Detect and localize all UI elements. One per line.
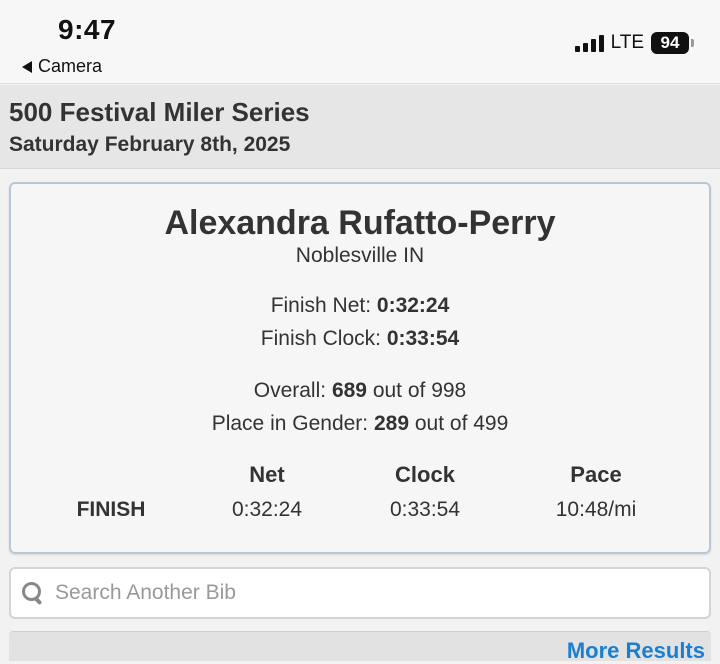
finish-clock-value: 0:33:54 xyxy=(386,327,460,350)
runner-name: Alexandra Rufatto-Perry xyxy=(164,204,556,242)
split-clock: 0:33:54 xyxy=(389,498,461,521)
gender-place: 289 xyxy=(373,412,410,435)
overall-place-line: Overall: 689 out of 998 xyxy=(11,379,709,403)
more-results-link[interactable]: More Results xyxy=(567,638,705,664)
split-label: FINISH xyxy=(76,498,146,521)
event-date: Saturday February 8th, 2025 xyxy=(9,133,291,156)
search-bib-box[interactable] xyxy=(9,567,711,619)
finish-net-label: Finish Net: xyxy=(270,294,372,317)
split-pace: 10:48/mi xyxy=(555,498,637,521)
finish-clock-label: Finish Clock: xyxy=(260,327,381,350)
results-footer-bar: More Results xyxy=(9,631,711,664)
splits-header-pace: Pace xyxy=(570,462,622,487)
gender-total: out of 499 xyxy=(414,412,509,435)
splits-table: Net Clock Pace FINISH 0:32:24 0:33:54 10… xyxy=(11,462,709,534)
overall-place: 689 xyxy=(331,379,367,402)
split-net: 0:32:24 xyxy=(231,498,303,521)
status-bar: 9:47 Camera LTE 94 xyxy=(0,0,720,84)
splits-header-net: Net xyxy=(249,462,285,487)
back-triangle-icon xyxy=(22,60,32,73)
finish-net-value: 0:32:24 xyxy=(376,294,450,317)
battery-icon: 94 xyxy=(651,32,694,54)
table-row: FINISH 0:32:24 0:33:54 10:48/mi xyxy=(11,498,709,534)
status-indicators: LTE 94 xyxy=(574,32,694,54)
cellular-signal-icon xyxy=(574,34,604,52)
network-type: LTE xyxy=(610,32,644,53)
back-app-label: Camera xyxy=(38,56,103,76)
finish-clock-line: Finish Clock: 0:33:54 xyxy=(11,327,709,351)
event-header: 500 Festival Miler Series Saturday Febru… xyxy=(0,85,720,169)
search-bib-input[interactable] xyxy=(53,580,677,606)
finish-net-line: Finish Net: 0:32:24 xyxy=(11,294,709,318)
splits-header-row: Net Clock Pace xyxy=(11,462,709,498)
battery-level: 94 xyxy=(651,32,689,54)
gender-label: Place in Gender: xyxy=(211,412,369,435)
event-title: 500 Festival Miler Series xyxy=(9,97,310,127)
back-to-app-button[interactable]: Camera xyxy=(22,56,102,77)
search-icon xyxy=(21,581,45,606)
overall-total: out of 998 xyxy=(372,379,467,402)
status-time: 9:47 xyxy=(58,14,117,45)
splits-header-clock: Clock xyxy=(395,462,455,487)
result-card: Alexandra Rufatto-Perry Noblesville IN F… xyxy=(9,182,711,554)
gender-place-line: Place in Gender: 289 out of 499 xyxy=(11,412,709,436)
runner-location: Noblesville IN xyxy=(295,244,425,267)
overall-label: Overall: xyxy=(253,379,327,402)
